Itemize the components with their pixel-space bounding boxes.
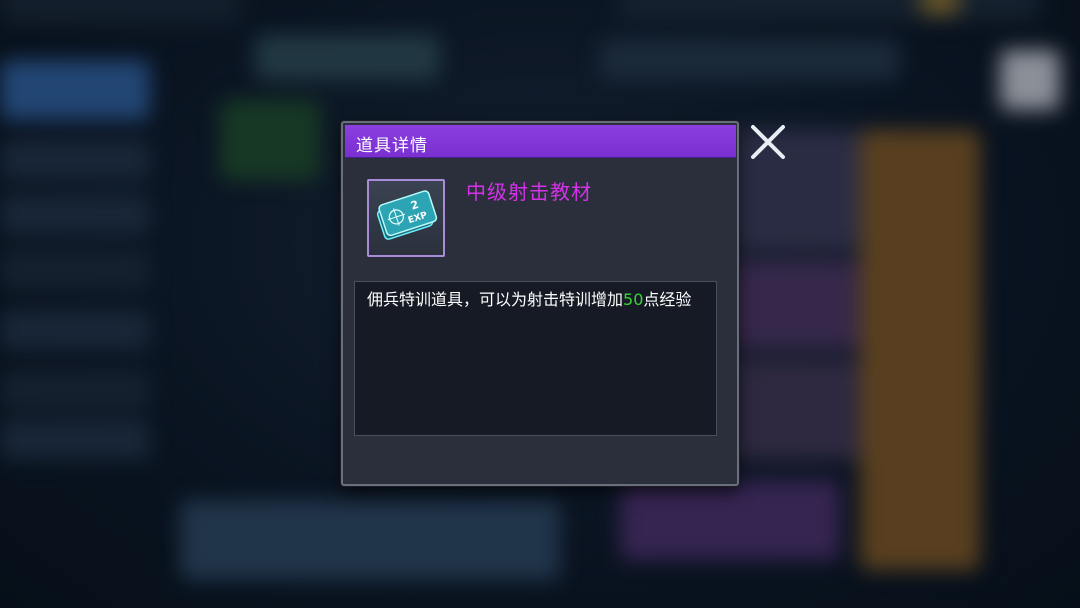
item-description: 佣兵特训道具，可以为射击特训增加50点经验: [367, 288, 707, 311]
close-button[interactable]: [748, 122, 788, 162]
item-detail-dialog: 道具详情 2 EXP 中级射击教材 佣兵特训道具，可以为射击特训增加50点经验: [341, 121, 739, 486]
close-icon: [751, 125, 785, 159]
description-box: 佣兵特训道具，可以为射击特训增加50点经验: [354, 281, 717, 436]
dialog-title: 道具详情: [356, 136, 428, 156]
item-name: 中级射击教材: [466, 180, 592, 204]
description-text-start: 佣兵特训道具，可以为射击特训增加: [367, 290, 624, 309]
description-text-end: 点经验: [643, 290, 692, 309]
exp-card-icon: 2 EXP: [376, 190, 438, 240]
item-icon-frame: 2 EXP: [367, 179, 445, 257]
dialog-header: 道具详情: [345, 125, 736, 158]
description-exp-value: 50: [623, 290, 644, 309]
